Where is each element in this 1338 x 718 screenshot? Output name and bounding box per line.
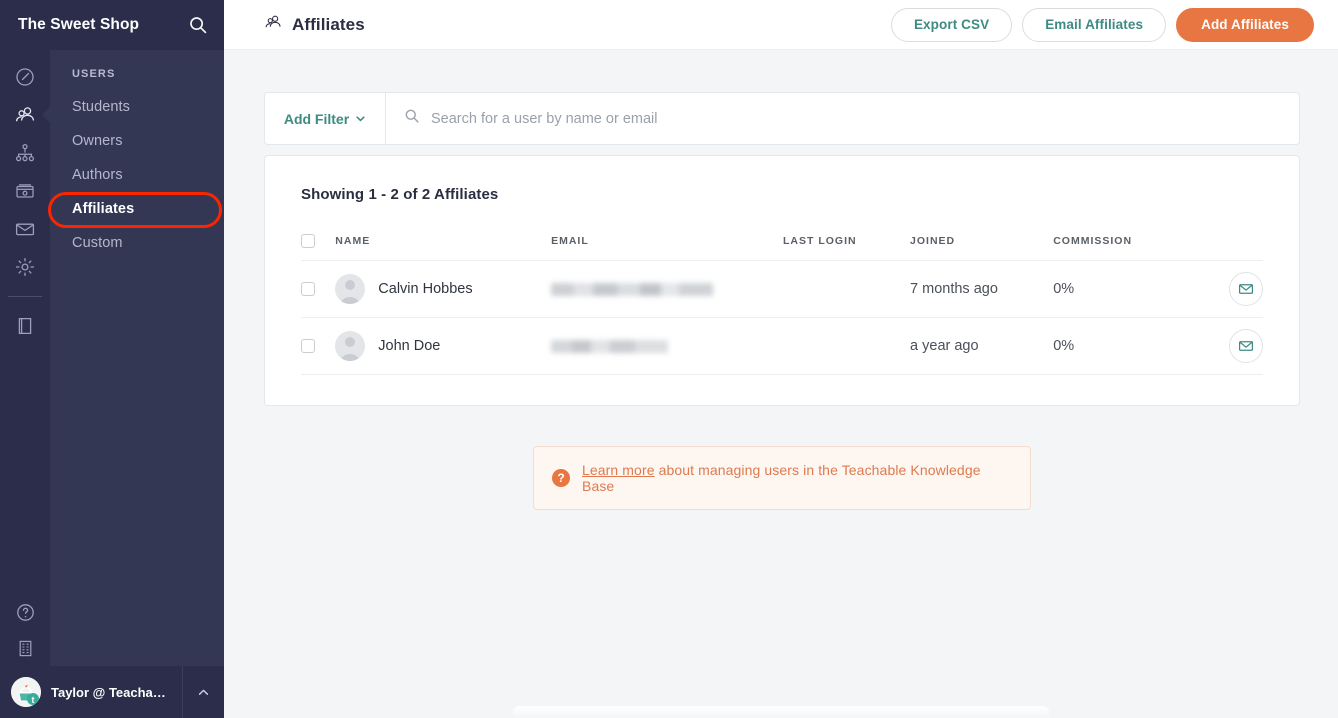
sidebar-item-custom[interactable]: Custom [50,226,224,260]
row-checkbox-cell [301,317,336,375]
rail-item-building-icon[interactable] [0,630,50,666]
question-mark-icon: ? [552,469,570,487]
page-title: Affiliates [292,14,365,34]
rail-item-users-icon[interactable] [0,96,50,134]
rail-item-dashboard-gauge-icon[interactable] [0,58,50,96]
row-checkbox-cell [301,260,336,318]
add-affiliates-button[interactable]: Add Affiliates [1176,7,1314,42]
column-header-joined: JOINED [910,234,1054,261]
sidebar-submenu: USERS Students Owners Authors Affiliates… [50,50,224,718]
row-commission: 0% [1053,317,1203,375]
search-icon [404,108,420,129]
row-email-cell [551,260,783,318]
row-commission: 0% [1053,260,1203,318]
column-header-last-login: LAST LOGIN [782,234,911,261]
showing-count: Showing 1 - 2 of 2 Affiliates [301,186,499,203]
row-joined: 7 months ago [910,260,1054,318]
rail-item-help-question-icon[interactable] [0,594,50,630]
filter-bar: Add Filter [264,92,1300,145]
avatar [335,331,366,361]
row-checkbox[interactable] [301,339,315,353]
select-all-checkbox[interactable] [301,234,315,248]
select-all-cell [301,234,336,261]
knowledge-base-banner: ? Learn more about managing users in the… [533,446,1031,510]
icon-rail-top [0,50,50,345]
rail-item-settings-gear-icon[interactable] [0,248,50,286]
top-bar: Affiliates Export CSV Email Affiliates A… [224,0,1338,50]
app-root: The Sweet Shop USERS Students Owners Aut… [0,0,1338,718]
rail-item-payments-card-icon[interactable] [0,172,50,210]
profile-name: Taylor @ Teachabl... [51,684,167,700]
rail-item-email-envelope-icon[interactable] [0,210,50,248]
row-last-login [782,317,911,375]
row-email-cell [551,317,783,375]
brand-bar: The Sweet Shop [0,0,224,50]
banner-text: Learn more about managing users in the T… [582,462,1012,494]
affiliates-card: Showing 1 - 2 of 2 Affiliates NAME EMAIL [264,155,1300,406]
row-actions-cell [1202,317,1263,375]
rail-divider [8,296,42,297]
envelope-icon[interactable] [1229,329,1263,363]
top-bar-actions: Export CSV Email Affiliates Add Affiliat… [890,7,1314,42]
affiliates-table: NAME EMAIL LAST LOGIN JOINED COMMISSION [301,234,1263,375]
row-joined: a year ago [910,317,1054,375]
column-header-commission: COMMISSION [1053,234,1203,261]
sidebar-item-students[interactable]: Students [50,90,224,124]
search-wrap [386,93,1299,144]
rail-item-sitemap-hierarchy-icon[interactable] [0,134,50,172]
bottom-overlay-peek [513,706,1049,718]
export-csv-button[interactable]: Export CSV [890,7,1013,42]
icon-rail [0,50,50,718]
content-area: Add Filter Sh [224,50,1338,510]
table-header-row: NAME EMAIL LAST LOGIN JOINED COMMISSION [301,234,1263,261]
table-row: Calvin Hobbes 7 months ago 0% [301,260,1263,318]
search-input[interactable] [431,110,1299,127]
brand-title: The Sweet Shop [18,16,140,33]
main-content: Affiliates Export CSV Email Affiliates A… [224,0,1338,718]
page-title-wrap: Affiliates [264,13,365,37]
sidebar-item-affiliates[interactable]: Affiliates [50,192,224,226]
sidebar-item-authors[interactable]: Authors [50,158,224,192]
profile-bar[interactable]: t Taylor @ Teachabl... [0,666,224,718]
column-header-name: NAME [335,234,552,261]
add-filter-button[interactable]: Add Filter [265,93,386,144]
row-name: John Doe [378,338,441,354]
table-row: John Doe a year ago 0% [301,317,1263,375]
svg-text:t: t [32,695,35,705]
column-header-actions [1202,234,1263,261]
rail-item-book-icon[interactable] [0,307,50,345]
email-affiliates-button[interactable]: Email Affiliates [1022,7,1167,42]
row-actions-cell [1202,260,1263,318]
row-name-cell: Calvin Hobbes [335,260,552,318]
add-filter-label: Add Filter [283,110,350,127]
column-header-email: EMAIL [551,234,783,261]
row-email-redacted [551,339,669,353]
learn-more-link[interactable]: Learn more [582,462,655,478]
chevron-down-icon [355,111,366,127]
row-last-login [782,260,911,318]
row-name-cell: John Doe [335,317,552,375]
row-checkbox[interactable] [301,282,315,296]
sidebar: The Sweet Shop USERS Students Owners Aut… [0,0,224,718]
row-name: Calvin Hobbes [378,281,473,297]
affiliates-users-icon [264,13,283,37]
avatar: t [11,677,41,707]
icon-rail-bottom [0,594,50,666]
sidebar-item-owners[interactable]: Owners [50,124,224,158]
avatar [335,274,366,304]
row-email-redacted [551,282,714,296]
sidebar-section-title: USERS [72,68,116,80]
chevron-up-icon[interactable] [182,666,224,718]
search-icon[interactable] [188,15,208,35]
envelope-icon[interactable] [1229,272,1263,306]
